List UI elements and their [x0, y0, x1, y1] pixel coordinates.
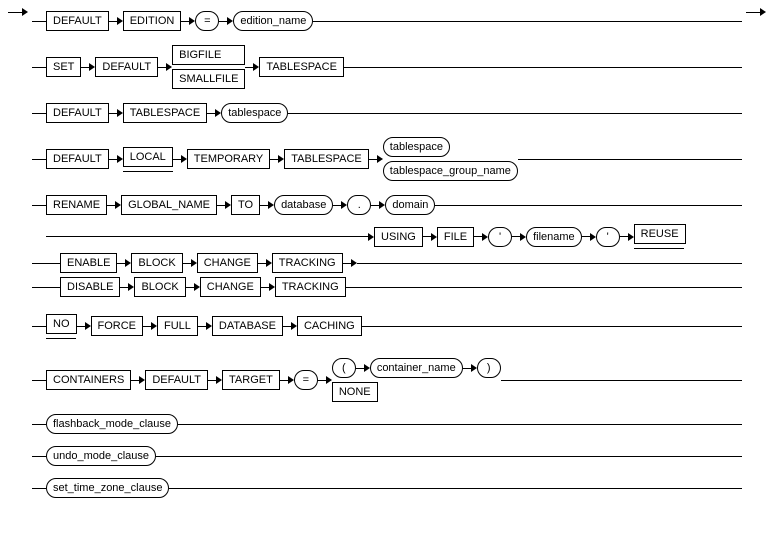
- entry-arrow: [8, 8, 28, 16]
- branch-default-tablespace: DEFAULT TABLESPACE tablespace: [32, 100, 742, 126]
- sym-equals: =: [195, 11, 219, 31]
- optional-no: NO: [46, 314, 77, 339]
- kw-bigfile: BIGFILE: [172, 45, 245, 65]
- kw-no: NO: [46, 314, 77, 334]
- kw-default: DEFAULT: [46, 103, 109, 123]
- branch-default-edition: DEFAULT EDITION = edition_name: [32, 8, 742, 34]
- kw-file: FILE: [437, 227, 474, 247]
- kw-database: DATABASE: [212, 316, 283, 336]
- nt-tablespace: tablespace: [383, 137, 450, 157]
- kw-block: BLOCK: [131, 253, 182, 273]
- kw-enable: ENABLE: [60, 253, 117, 273]
- nt-edition-name: edition_name: [233, 11, 313, 31]
- kw-target: TARGET: [222, 370, 280, 390]
- kw-containers: CONTAINERS: [46, 370, 131, 390]
- kw-none: NONE: [332, 382, 378, 402]
- nt-tablespace-group-name: tablespace_group_name: [383, 161, 518, 181]
- nt-set-time-zone-clause: set_time_zone_clause: [46, 478, 169, 498]
- kw-default: DEFAULT: [95, 57, 158, 77]
- kw-local: LOCAL: [123, 147, 173, 167]
- kw-tablespace: TABLESPACE: [259, 57, 344, 77]
- kw-global-name: GLOBAL_NAME: [121, 195, 217, 215]
- kw-tracking: TRACKING: [272, 253, 343, 273]
- nt-database: database: [274, 195, 333, 215]
- branch-undo-mode: undo_mode_clause: [32, 443, 742, 469]
- optional-reuse: REUSE: [634, 224, 686, 249]
- sym-quote-open: ': [488, 227, 512, 247]
- kw-to: TO: [231, 195, 260, 215]
- nt-domain: domain: [385, 195, 435, 215]
- kw-reuse: REUSE: [634, 224, 686, 244]
- choice-bigfile-smallfile: BIGFILE SMALLFILE: [172, 45, 245, 89]
- kw-force: FORCE: [91, 316, 144, 336]
- choice-tablespace-or-group: tablespace tablespace_group_name: [383, 137, 518, 181]
- kw-temporary: TEMPORARY: [187, 149, 270, 169]
- branch-block-change-tracking: USING FILE ' filename ' REUSE: [32, 224, 742, 297]
- optional-local: LOCAL: [123, 147, 173, 172]
- choice-container-or-none: ( container_name ) NONE: [332, 358, 501, 402]
- kw-default: DEFAULT: [46, 149, 109, 169]
- branch-flashback-mode: flashback_mode_clause: [32, 411, 742, 437]
- kw-tablespace: TABLESPACE: [284, 149, 369, 169]
- kw-change: CHANGE: [197, 253, 258, 273]
- sym-dot: .: [347, 195, 371, 215]
- kw-tracking: TRACKING: [275, 277, 346, 297]
- nt-filename: filename: [526, 227, 582, 247]
- kw-default: DEFAULT: [46, 11, 109, 31]
- sym-quote-close: ': [596, 227, 620, 247]
- branch-set-time-zone: set_time_zone_clause: [32, 475, 742, 501]
- sym-equals: =: [294, 370, 318, 390]
- branch-default-temp-tablespace: DEFAULT LOCAL TEMPORARY TABLESPACE table…: [32, 132, 742, 186]
- kw-caching: CACHING: [297, 316, 362, 336]
- kw-rename: RENAME: [46, 195, 107, 215]
- branch-rename-global-name: RENAME GLOBAL_NAME TO database . domain: [32, 192, 742, 218]
- railroad-diagram: DEFAULT EDITION = edition_name SET DEFAU…: [8, 8, 766, 507]
- kw-disable: DISABLE: [60, 277, 120, 297]
- nt-undo-mode-clause: undo_mode_clause: [46, 446, 156, 466]
- kw-using: USING: [374, 227, 423, 247]
- nt-container-name: container_name: [370, 358, 463, 378]
- kw-set: SET: [46, 57, 81, 77]
- kw-change: CHANGE: [200, 277, 261, 297]
- sym-rparen: ): [477, 358, 501, 378]
- branch-force-caching: NO FORCE FULL DATABASE CACHING: [32, 303, 742, 349]
- kw-smallfile: SMALLFILE: [172, 69, 245, 89]
- nt-tablespace: tablespace: [221, 103, 288, 123]
- kw-full: FULL: [157, 316, 198, 336]
- nt-flashback-mode-clause: flashback_mode_clause: [46, 414, 178, 434]
- branch-containers-default-target: CONTAINERS DEFAULT TARGET = ( container_…: [32, 355, 742, 405]
- exit-arrow: [746, 8, 766, 16]
- kw-tablespace: TABLESPACE: [123, 103, 208, 123]
- repeat-dot-domain: . domain: [347, 195, 435, 215]
- branch-set-default-tablespace: SET DEFAULT BIGFILE SMALLFILE TABLESPACE: [32, 40, 742, 94]
- sym-lparen: (: [332, 358, 356, 378]
- kw-edition: EDITION: [123, 11, 182, 31]
- kw-default: DEFAULT: [145, 370, 208, 390]
- kw-block: BLOCK: [134, 277, 185, 297]
